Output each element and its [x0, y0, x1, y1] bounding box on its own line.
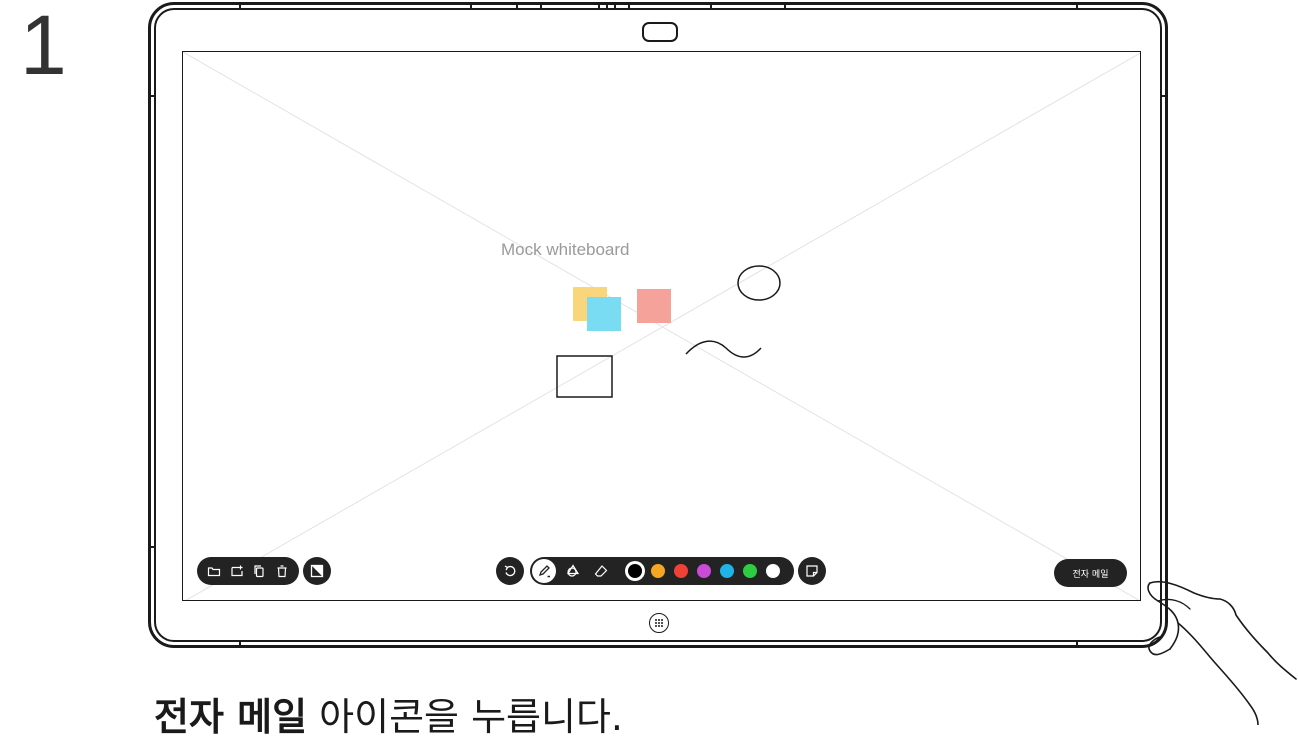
background-icon	[310, 564, 324, 578]
trash-icon[interactable]	[275, 564, 289, 578]
bezel-tick	[540, 2, 542, 10]
background-button[interactable]	[303, 557, 331, 585]
home-button[interactable]	[649, 613, 669, 633]
drawing-toolbar	[530, 557, 794, 585]
bezel-tick	[628, 2, 630, 10]
color-red[interactable]	[674, 564, 688, 578]
bezel-tick	[606, 2, 608, 10]
pen-icon	[538, 565, 550, 578]
bezel-tick	[598, 2, 600, 10]
bezel-tick	[516, 2, 518, 10]
color-green[interactable]	[743, 564, 757, 578]
whiteboard-screen[interactable]: Mock whiteboard 전자 메일	[182, 51, 1141, 601]
shapes-icon[interactable]	[566, 564, 580, 578]
sticky-note-blue[interactable]	[587, 297, 621, 331]
folder-icon[interactable]	[207, 564, 221, 578]
grid-icon	[655, 619, 663, 627]
bezel-tick	[239, 640, 241, 648]
whiteboard-label: Mock whiteboard	[501, 240, 630, 259]
bezel-tick	[710, 2, 712, 10]
color-white[interactable]	[766, 564, 780, 578]
instruction-caption: 전자 메일 아이콘을 누릅니다.	[154, 686, 623, 741]
add-page-icon[interactable]	[230, 564, 244, 578]
bezel-tick	[470, 2, 472, 10]
undo-icon	[504, 565, 516, 577]
bezel-tick	[1076, 640, 1078, 648]
camera-icon	[642, 22, 678, 42]
sticky-note-icon	[806, 565, 818, 577]
color-blue[interactable]	[720, 564, 734, 578]
page-tools-toolbar	[197, 557, 299, 585]
step-number: 1	[20, 0, 67, 92]
bezel-tick	[784, 2, 786, 10]
color-orange[interactable]	[651, 564, 665, 578]
sticky-note-pink[interactable]	[637, 289, 671, 323]
drawn-rectangle	[556, 355, 613, 398]
bezel-tick	[148, 546, 156, 548]
copy-pages-icon[interactable]	[252, 564, 266, 578]
caption-bold: 전자 메일	[154, 695, 308, 739]
diagonal-guide	[183, 52, 1140, 600]
whiteboard-canvas	[183, 52, 1140, 600]
bezel-tick	[148, 95, 156, 97]
email-button[interactable]: 전자 메일	[1054, 559, 1127, 587]
bezel-tick	[1076, 2, 1078, 10]
sticky-note-button[interactable]	[798, 557, 826, 585]
drawn-wave	[685, 340, 762, 358]
eraser-icon[interactable]	[594, 564, 608, 578]
caption-rest: 아이콘을 누릅니다.	[307, 695, 623, 739]
color-purple[interactable]	[697, 564, 711, 578]
bezel-tick	[614, 2, 616, 10]
undo-button[interactable]	[496, 557, 524, 585]
bezel-tick	[239, 2, 241, 10]
pointing-hand-icon	[1147, 580, 1297, 725]
bezel-tick	[1160, 95, 1168, 97]
pen-button[interactable]	[532, 559, 556, 583]
color-black[interactable]	[628, 564, 642, 578]
